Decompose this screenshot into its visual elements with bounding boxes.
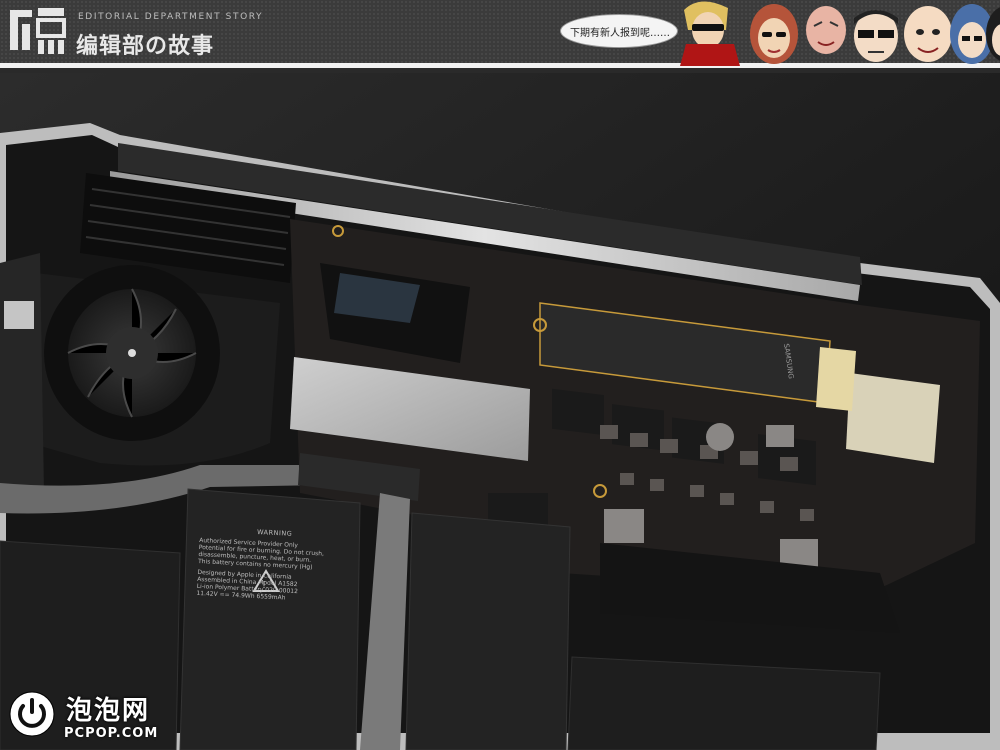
- battery-cell-right: [405, 512, 571, 750]
- speech-text: 下期有新人报到呢……: [570, 28, 670, 39]
- avatar-icon: [854, 10, 898, 62]
- speech-bubble: 下期有新人报到呢……: [560, 14, 678, 48]
- battery-label: WARNING Authorized Service Provider Only…: [196, 525, 350, 605]
- connector-gold: [816, 347, 856, 411]
- avatar-icon: [806, 6, 846, 54]
- laptop-internals-illustration: !: [0, 73, 1000, 750]
- left-io-board: [0, 253, 44, 501]
- avatar-group: [680, 1, 1000, 66]
- wifi-module: [846, 373, 940, 463]
- editorial-logo-icon: [10, 8, 66, 54]
- avatar-icon: [750, 4, 798, 64]
- avatar-icon: [904, 6, 952, 62]
- teardown-photo: ! WARNING Authorized Service Provider On…: [0, 73, 1000, 750]
- watermark-domain: PCPOP.COM: [64, 726, 159, 741]
- brand-title: 编辑部の故事: [76, 34, 215, 59]
- power-logo-icon: [9, 691, 55, 737]
- avatar-icon: [680, 1, 740, 66]
- watermark-name: 泡泡网: [66, 696, 151, 726]
- brand-tagline: EDITORIAL DEPARTMENT STORY: [78, 12, 264, 22]
- pcpop-watermark: 泡泡网 PCPOP.COM: [8, 688, 188, 746]
- battery-cell-far-right: [567, 656, 881, 750]
- header-banner: EDITORIAL DEPARTMENT STORY 编辑部の故事 下期有新人报…: [0, 0, 1000, 68]
